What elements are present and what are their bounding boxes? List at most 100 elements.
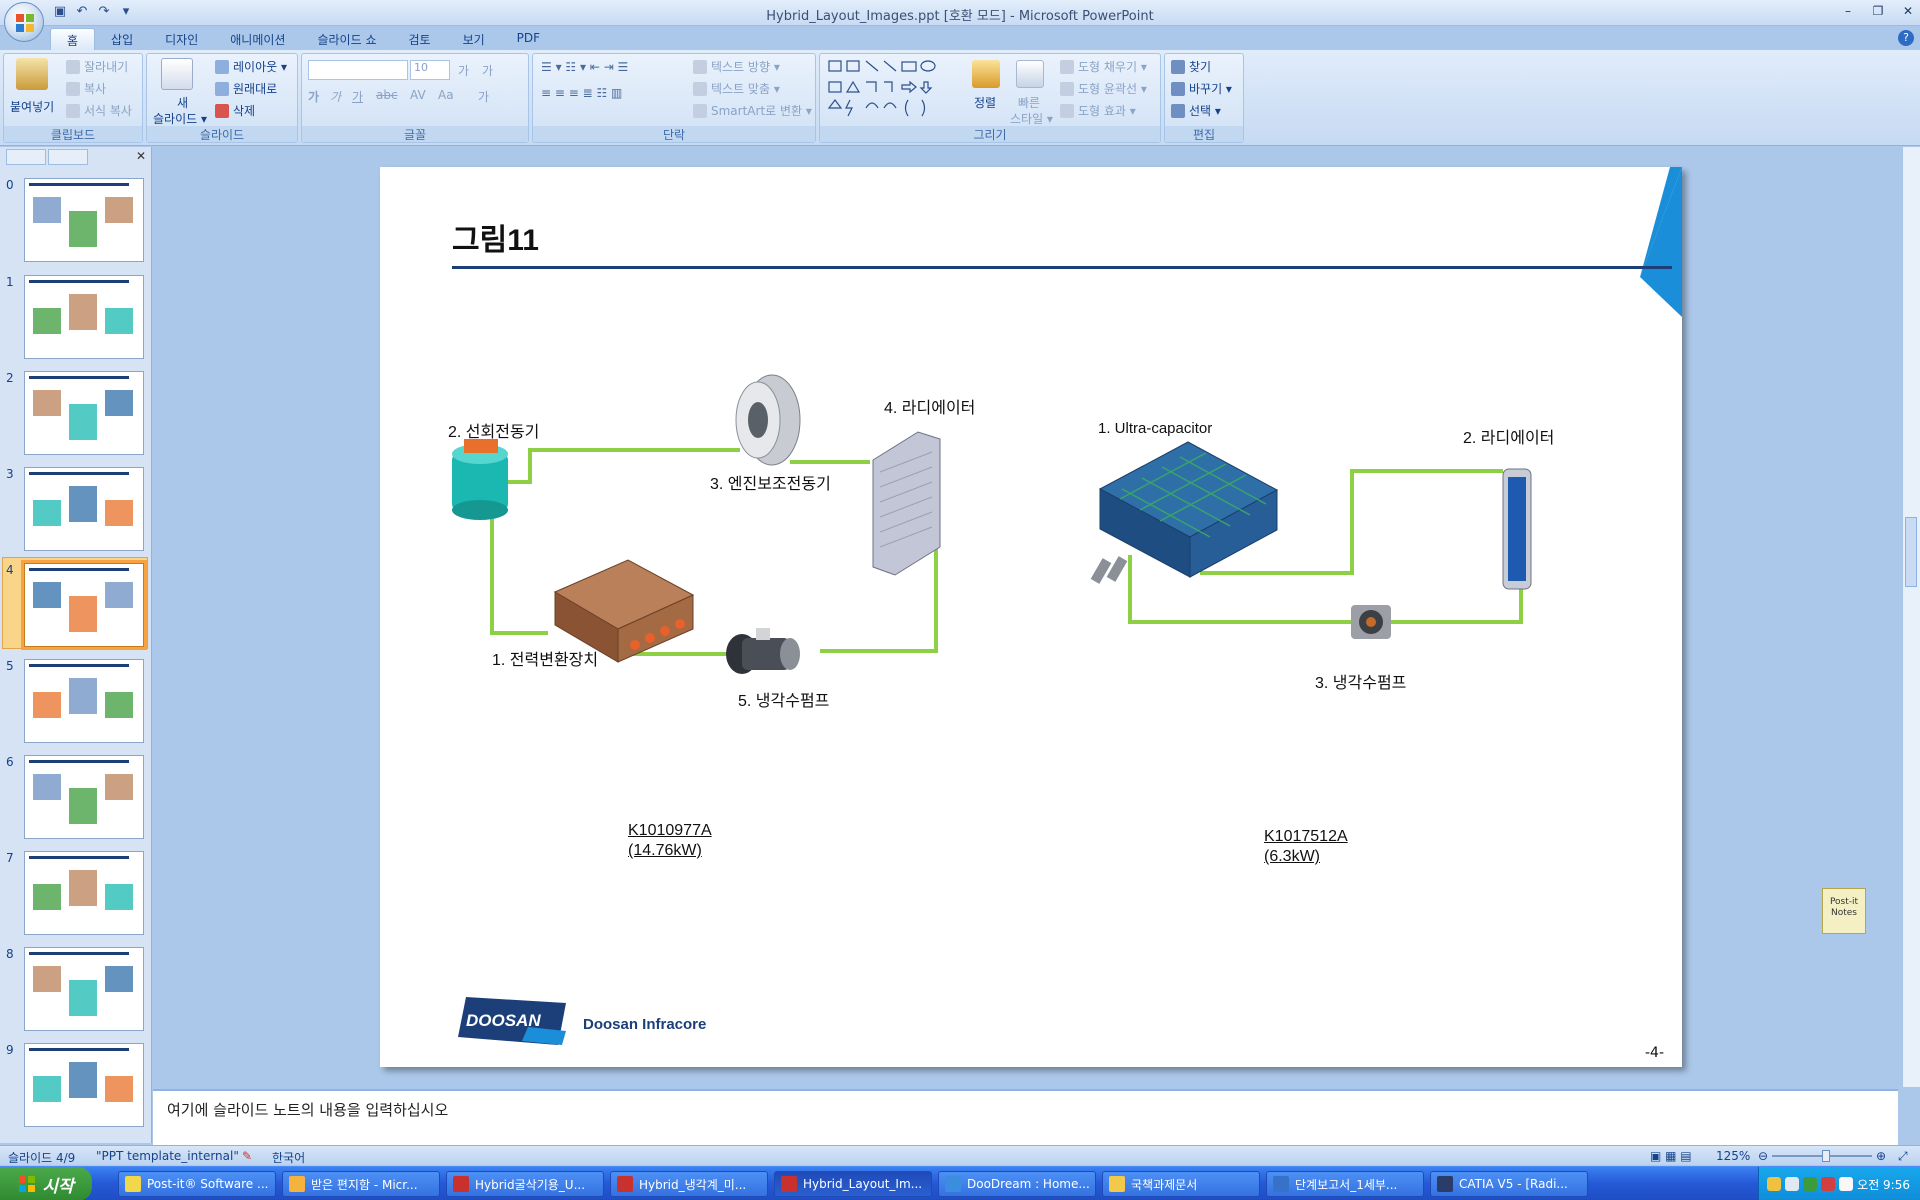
tab-home[interactable]: 홈 [50,28,96,50]
align-icons[interactable]: ≡ ≡ ≡ ≣ ☷ ▥ [541,86,622,100]
volume-icon[interactable] [1839,1177,1853,1191]
italic-button[interactable]: 가 [330,88,341,105]
outline-tab[interactable] [48,149,88,165]
align-text-button[interactable]: 텍스트 맞춤 ▾ [693,80,780,97]
notes-pane[interactable]: 여기에 슬라이드 노트의 내용을 입력하십시오 [153,1089,1898,1145]
view-buttons[interactable]: ▣ ▦ ▤ [1650,1149,1692,1163]
slide-thumbnail[interactable] [24,947,144,1031]
tab-insert[interactable]: 삽입 [95,28,149,50]
vertical-scrollbar[interactable] [1902,147,1920,1087]
slide-thumbnail[interactable] [24,755,144,839]
bullets-icon[interactable]: ☰ ▾ ☷ ▾ ⇤ ⇥ ☰ [541,60,628,74]
strikethrough-button[interactable]: abc [376,88,398,102]
arrange-icon[interactable] [972,60,1000,88]
tab-pdf[interactable]: PDF [501,28,556,50]
cut-button[interactable]: 잘라내기 [66,58,128,75]
start-button[interactable]: 시작 [0,1167,92,1200]
char-spacing-button[interactable]: AV [410,88,426,102]
paste-icon[interactable] [16,58,48,90]
taskbar-app-icon [617,1176,633,1192]
bold-button[interactable]: 가 [308,88,319,105]
close-panel-icon[interactable]: ✕ [136,149,146,163]
shapes-gallery[interactable] [826,58,966,122]
grow-font-button[interactable]: 가 [458,62,469,79]
slide-thumbnail[interactable] [24,371,144,455]
zoom-in-icon[interactable]: ⊕ [1876,1149,1886,1163]
part-number-left: K1010977A (14.76kW) [628,821,712,861]
select-button[interactable]: 선택 ▾ [1171,102,1221,119]
taskbar-button[interactable]: Post-it® Software ... [118,1171,276,1197]
tray-icon-4[interactable] [1821,1177,1835,1191]
tab-design[interactable]: 디자인 [149,28,214,50]
smartart-button[interactable]: SmartArt로 변환 ▾ [693,102,812,119]
reset-button[interactable]: 원래대로 [215,80,277,97]
slide-thumbnail[interactable] [24,178,144,262]
office-button[interactable] [4,2,44,42]
scrollbar-thumb[interactable] [1905,517,1917,587]
slide-thumbnail[interactable] [24,1043,144,1127]
zoom-slider-knob[interactable] [1822,1150,1830,1162]
tray-icon-2[interactable] [1785,1177,1799,1191]
shape-fill-button[interactable]: 도형 채우기 ▾ [1060,58,1147,75]
shape-effects-button[interactable]: 도형 효과 ▾ [1060,102,1136,119]
new-slide-label-1[interactable]: 새 [177,94,188,111]
tab-slide-show[interactable]: 슬라이드 쇼 [301,28,392,50]
replace-button[interactable]: 바꾸기 ▾ [1171,80,1232,97]
taskbar-button[interactable]: 단계보고서_1세부... [1266,1171,1424,1197]
taskbar-app-icon [1437,1176,1453,1192]
font-color-button[interactable]: 가 [478,88,489,105]
tab-view[interactable]: 보기 [447,28,501,50]
quick-styles-button[interactable]: 스타일 ▾ [1010,110,1053,127]
slide-thumbnail[interactable] [24,275,144,359]
paste-button[interactable]: 붙여넣기 [10,98,54,115]
clock[interactable]: 오전 9:56 [1857,1176,1910,1193]
tab-animations[interactable]: 애니메이션 [214,28,301,50]
delete-slide-button[interactable]: 삭제 [215,102,255,119]
slides-tab[interactable] [6,149,46,165]
arrange-button[interactable]: 정렬 [974,94,996,111]
copy-button[interactable]: 복사 [66,80,106,97]
underline-button[interactable]: 가 [352,88,363,105]
taskbar-button[interactable]: Hybrid굴삭기용_U... [446,1171,604,1197]
label-aux-motor: 3. 엔진보조전동기 [710,476,831,493]
format-painter-button[interactable]: 서식 복사 [66,102,132,119]
find-button[interactable]: 찾기 [1171,58,1211,75]
font-size-combo[interactable]: 10 [410,60,450,80]
taskbar-button[interactable]: CATIA V5 - [Radi... [1430,1171,1588,1197]
tray-icon-3[interactable] [1803,1177,1817,1191]
tray-icon-1[interactable] [1767,1177,1781,1191]
layout-button[interactable]: 레이아웃 ▾ [215,58,287,75]
slide-thumbnail[interactable] [24,467,144,551]
font-name-combo[interactable] [308,60,408,80]
fit-to-window-icon[interactable]: ⤢ [1898,1149,1908,1164]
cooling-layout-diagram [452,374,1532,674]
help-icon[interactable]: ? [1898,30,1914,46]
new-slide-button[interactable]: 슬라이드 ▾ [153,110,207,127]
shape-outline-button[interactable]: 도형 윤곽선 ▾ [1060,80,1147,97]
taskbar-button[interactable]: Hybrid_냉각계_미... [610,1171,768,1197]
taskbar-button[interactable]: DooDream : Home... [938,1171,1096,1197]
taskbar-button[interactable]: 국책과제문서 [1102,1171,1260,1197]
slide-canvas[interactable]: 그림11 2. 선회전동기 3. 엔진보조전동기 4. 라디에이터 1. 전력변… [380,167,1682,1067]
taskbar-button[interactable]: Hybrid_Layout_Im... [774,1171,932,1197]
taskbar-button[interactable]: 받은 편지함 - Micr... [282,1171,440,1197]
notes-placeholder[interactable]: 여기에 슬라이드 노트의 내용을 입력하십시오 [167,1099,448,1120]
spellcheck-icon[interactable]: ✎ [242,1149,252,1163]
slide-thumbnail[interactable] [24,851,144,935]
slide-thumbnail[interactable] [21,560,147,650]
change-case-button[interactable]: Aa [438,88,454,102]
quick-styles-icon[interactable] [1016,60,1044,88]
shrink-font-button[interactable]: 가 [482,62,493,79]
text-direction-button[interactable]: 텍스트 방향 ▾ [693,58,780,75]
zoom-out-icon[interactable]: ⊖ [1758,1149,1768,1163]
new-slide-icon[interactable] [161,58,193,90]
quick-styles-label-1[interactable]: 빠른 [1018,94,1040,111]
postit-notes-icon[interactable]: Post-it Notes [1822,888,1866,934]
restore-button[interactable]: ❐ [1870,3,1886,19]
minimize-button[interactable]: – [1840,3,1856,19]
close-button[interactable]: ✕ [1900,3,1916,19]
taskbar-button-label: 국책과제문서 [1131,1177,1198,1192]
tab-review[interactable]: 검토 [392,28,446,50]
slide-thumbnail[interactable] [24,659,144,743]
zoom-level[interactable]: 125% [1716,1149,1750,1163]
